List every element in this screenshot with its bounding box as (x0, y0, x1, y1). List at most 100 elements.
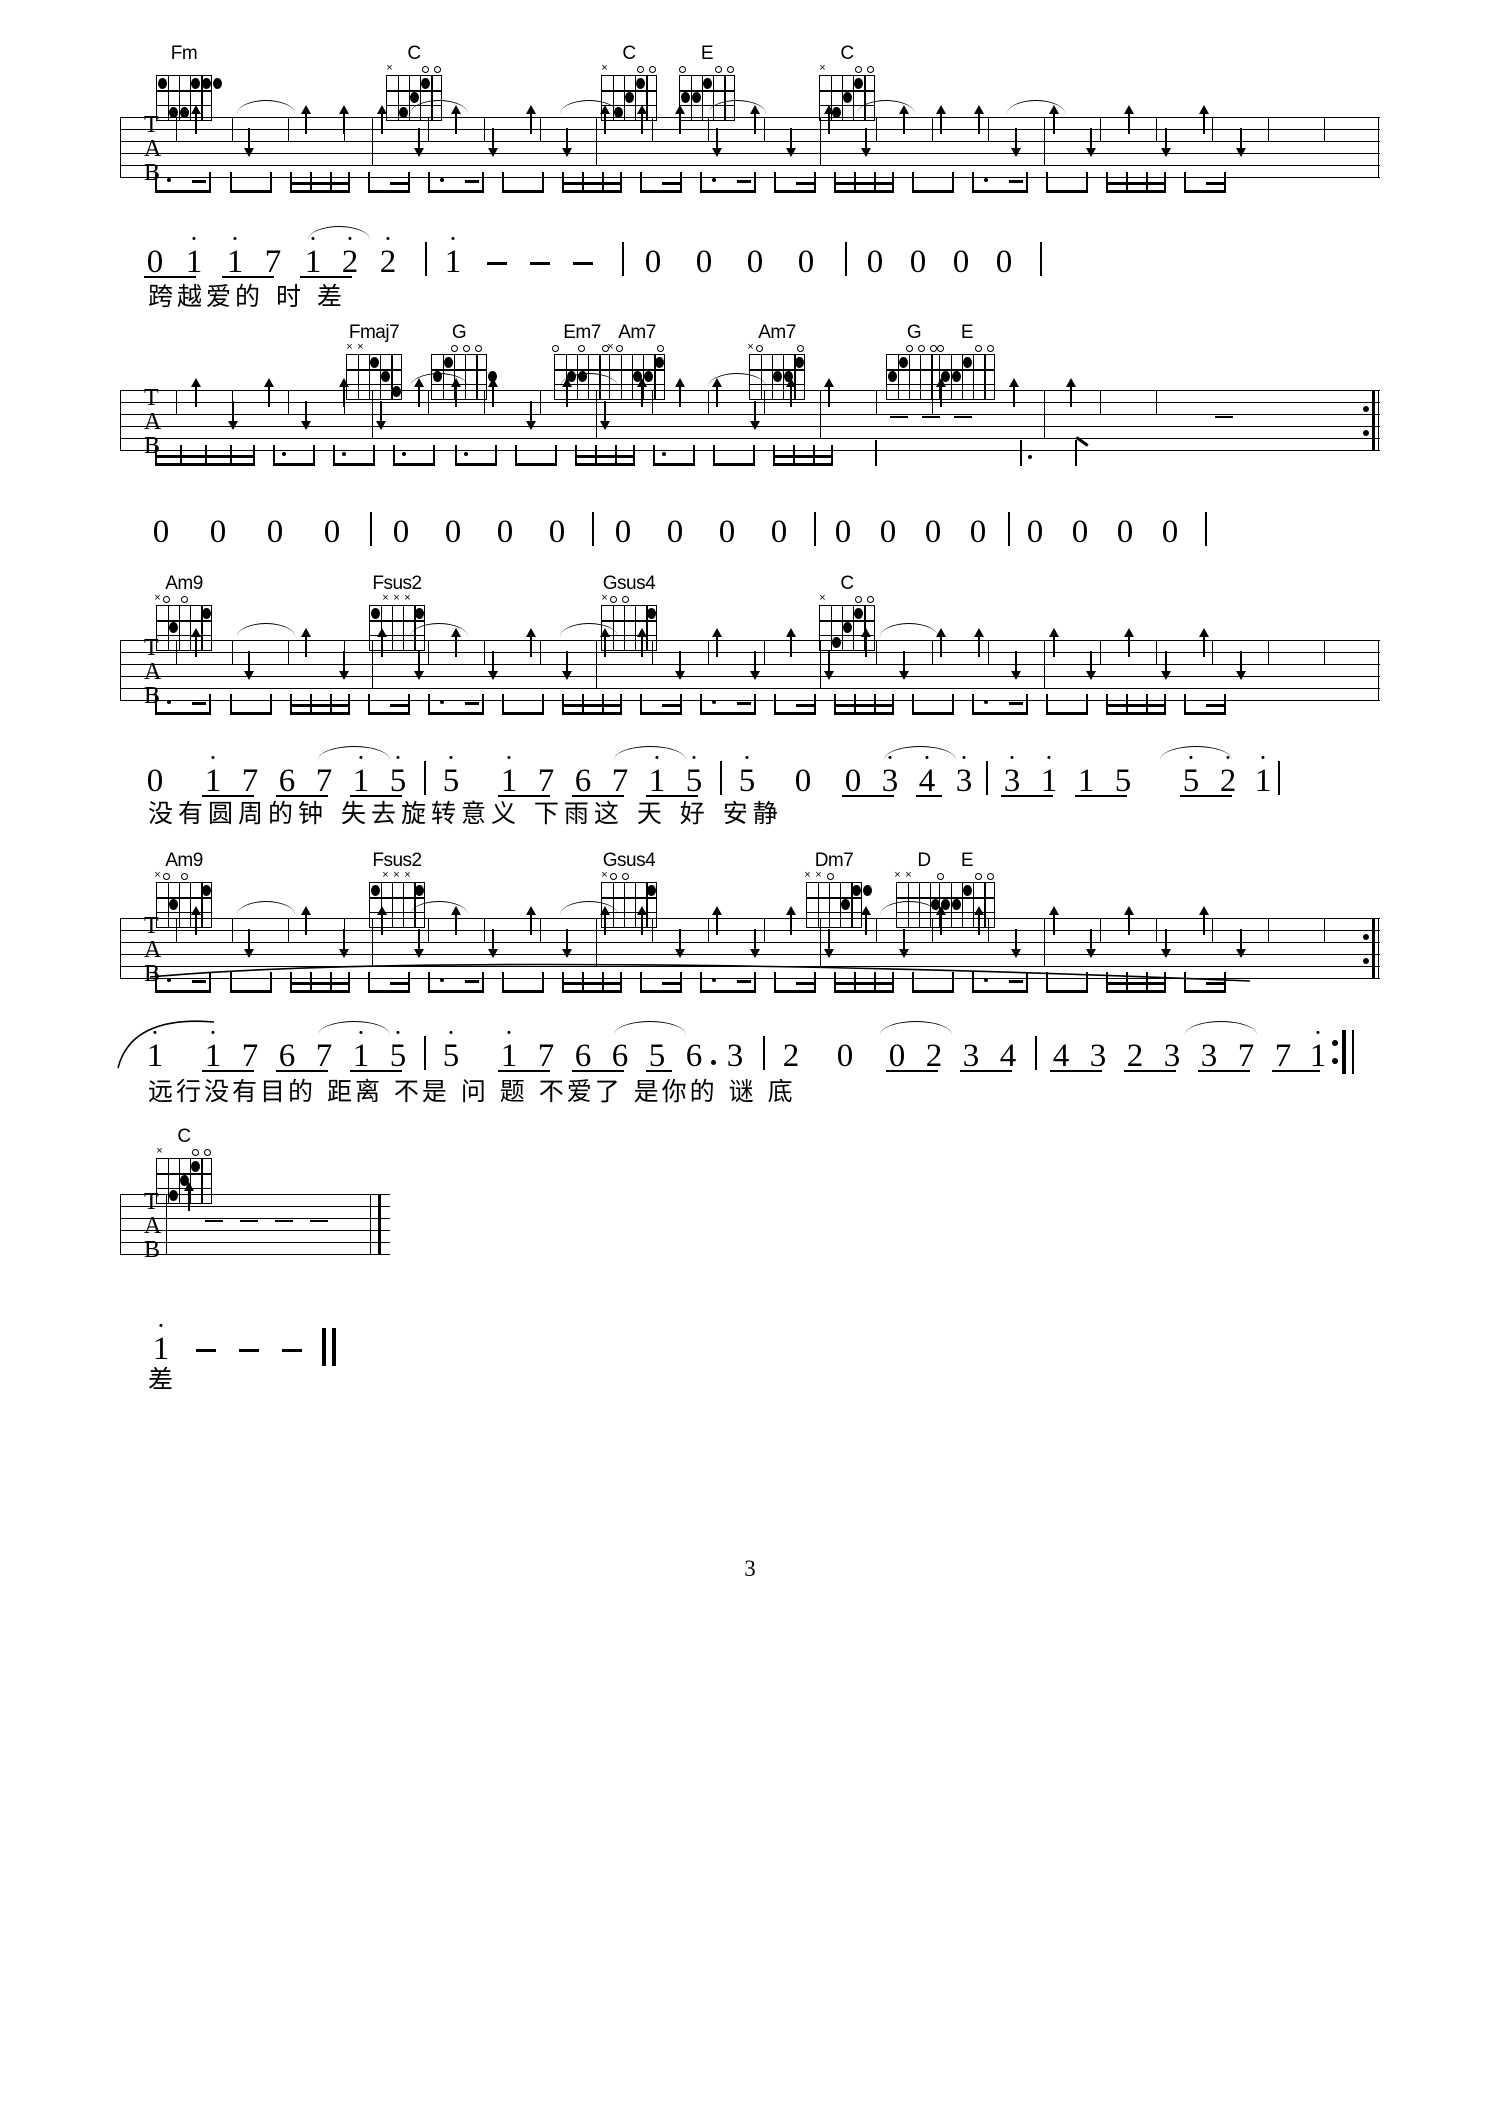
tab-letter-t: T (144, 112, 159, 138)
sheet-music-page: Fm C × C × E C × T A B 0 1 · 1 · 7 1 · 2… (0, 0, 1500, 2121)
chord-name: C (622, 43, 636, 64)
chord-name: Am7 (758, 322, 796, 343)
held-note-dash (573, 262, 593, 265)
chord-grid (679, 75, 735, 121)
jianpu-note: 1 · (1250, 745, 1276, 798)
chord-open-mute-marks: × × (804, 869, 862, 882)
mute-x-icon: × (607, 341, 614, 353)
jianpu-note: 4 · (914, 745, 940, 798)
jianpu-note: 5 · (681, 745, 707, 798)
chord-open-mute-marks: × (607, 342, 665, 354)
jianpu-note: 7 (241, 1038, 259, 1074)
octave-dot: · (446, 743, 456, 772)
open-circle-icon (451, 345, 458, 352)
jianpu-note: 4 (1052, 1038, 1070, 1074)
open-circle-icon (715, 66, 722, 73)
jianpu-note: 0 (952, 244, 970, 280)
chord-name: Dm7 (814, 850, 854, 871)
jianpu-note: 1 · (348, 745, 374, 798)
jianpu-note: 3 · (999, 745, 1025, 798)
open-circle-icon (434, 66, 441, 73)
open-circle-icon (918, 345, 925, 352)
chord-open-mute-marks (886, 343, 942, 354)
mute-x-icon: × (894, 869, 901, 881)
octave-dot: · (383, 224, 393, 253)
chord-name: C (840, 573, 854, 594)
jianpu-note: 1 · (496, 745, 522, 798)
open-circle-icon (906, 345, 913, 352)
held-note-dash (487, 262, 507, 265)
jianpu-note: 4 (999, 1038, 1017, 1074)
open-circle-icon (616, 345, 623, 352)
chord-diagram-e-3: E (935, 851, 999, 928)
lyrics-line-1: 跨越爱的 时 差 (148, 282, 346, 311)
tab-letter-b: B (144, 160, 161, 186)
jianpu-note: 0 (794, 763, 812, 799)
repeat-barline (1342, 1030, 1346, 1074)
open-circle-icon (649, 66, 656, 73)
lyrics-line-5: 差 (148, 1365, 174, 1394)
mute-x-icon: × (804, 869, 811, 881)
mute-x-icon: × (156, 1145, 163, 1157)
tab-letter-t: T (144, 385, 159, 411)
open-circle-icon (610, 596, 617, 603)
held-note-dash (954, 416, 972, 419)
chord-name: C (840, 43, 854, 64)
jianpu-note: 6 (611, 1038, 629, 1074)
octave-dot: · (1044, 743, 1054, 772)
slur-arc (237, 623, 295, 637)
jianpu-note: 5 · (385, 745, 411, 798)
jianpu-note: 1 · (181, 226, 207, 279)
open-circle-icon (163, 596, 170, 603)
slur-arc (880, 623, 938, 637)
open-circle-icon (204, 1149, 211, 1156)
jianpu-note: 2 · (337, 226, 363, 279)
mute-x-icon: × (601, 869, 608, 881)
jianpu-note: 1 · (148, 1313, 174, 1366)
chord-diagram-dm7: Dm7 × × (802, 850, 872, 928)
octave-dot: · (189, 224, 199, 253)
jianpu-note: 7 (264, 244, 282, 280)
tab-letter-b: B (144, 1237, 161, 1263)
chord-name: Am7 (618, 322, 656, 343)
slur-arc (1160, 746, 1232, 760)
slur-arc (237, 901, 295, 915)
jianpu-note: 0 (323, 514, 341, 550)
mute-x-icon: × (346, 341, 353, 353)
jianpu-note: 6 (278, 1038, 296, 1074)
open-circle-icon (622, 596, 629, 603)
jianpu-note: 7 (315, 763, 333, 799)
jianpu-note: 3 (1163, 1038, 1181, 1074)
jianpu-note: 0 (266, 514, 284, 550)
slur-arc (318, 1021, 390, 1035)
chord-name: Fsus2 (372, 850, 422, 871)
jianpu-note: 7 (241, 763, 259, 799)
jianpu-note: 0 (146, 763, 164, 799)
mute-x-icon: × (815, 869, 822, 881)
jianpu-note: 0 (866, 244, 884, 280)
chord-name: G (451, 322, 467, 343)
jianpu-note: 5 (648, 1038, 666, 1074)
chord-open-mute-marks (937, 871, 995, 882)
open-circle-icon (475, 345, 482, 352)
jianpu-note: 5 · (438, 1020, 464, 1073)
jianpu-note: 0 (844, 763, 862, 799)
chord-open-mute-marks: × (601, 593, 657, 605)
chord-open-mute-marks: × (156, 1145, 212, 1158)
chord-diagram-g-1: G (427, 322, 497, 400)
jianpu-note: 0 (797, 244, 815, 280)
open-circle-icon (552, 345, 559, 352)
chord-name: E (960, 322, 974, 343)
held-note-dash (239, 1349, 259, 1352)
held-note-dash (282, 1349, 302, 1352)
open-circle-icon (937, 345, 944, 352)
chord-name: Am9 (165, 850, 203, 871)
held-note-dash (310, 1220, 328, 1223)
jianpu-note: 0 (695, 244, 713, 280)
jianpu-note: 1 · (142, 1020, 168, 1073)
octave-dot: · (1313, 1018, 1323, 1047)
chord-diagram-am7-1: Am7 × (605, 323, 669, 400)
jianpu-note: 0 (879, 514, 897, 550)
chord-open-mute-marks: × (819, 63, 875, 75)
jianpu-note: 0 (888, 1038, 906, 1074)
